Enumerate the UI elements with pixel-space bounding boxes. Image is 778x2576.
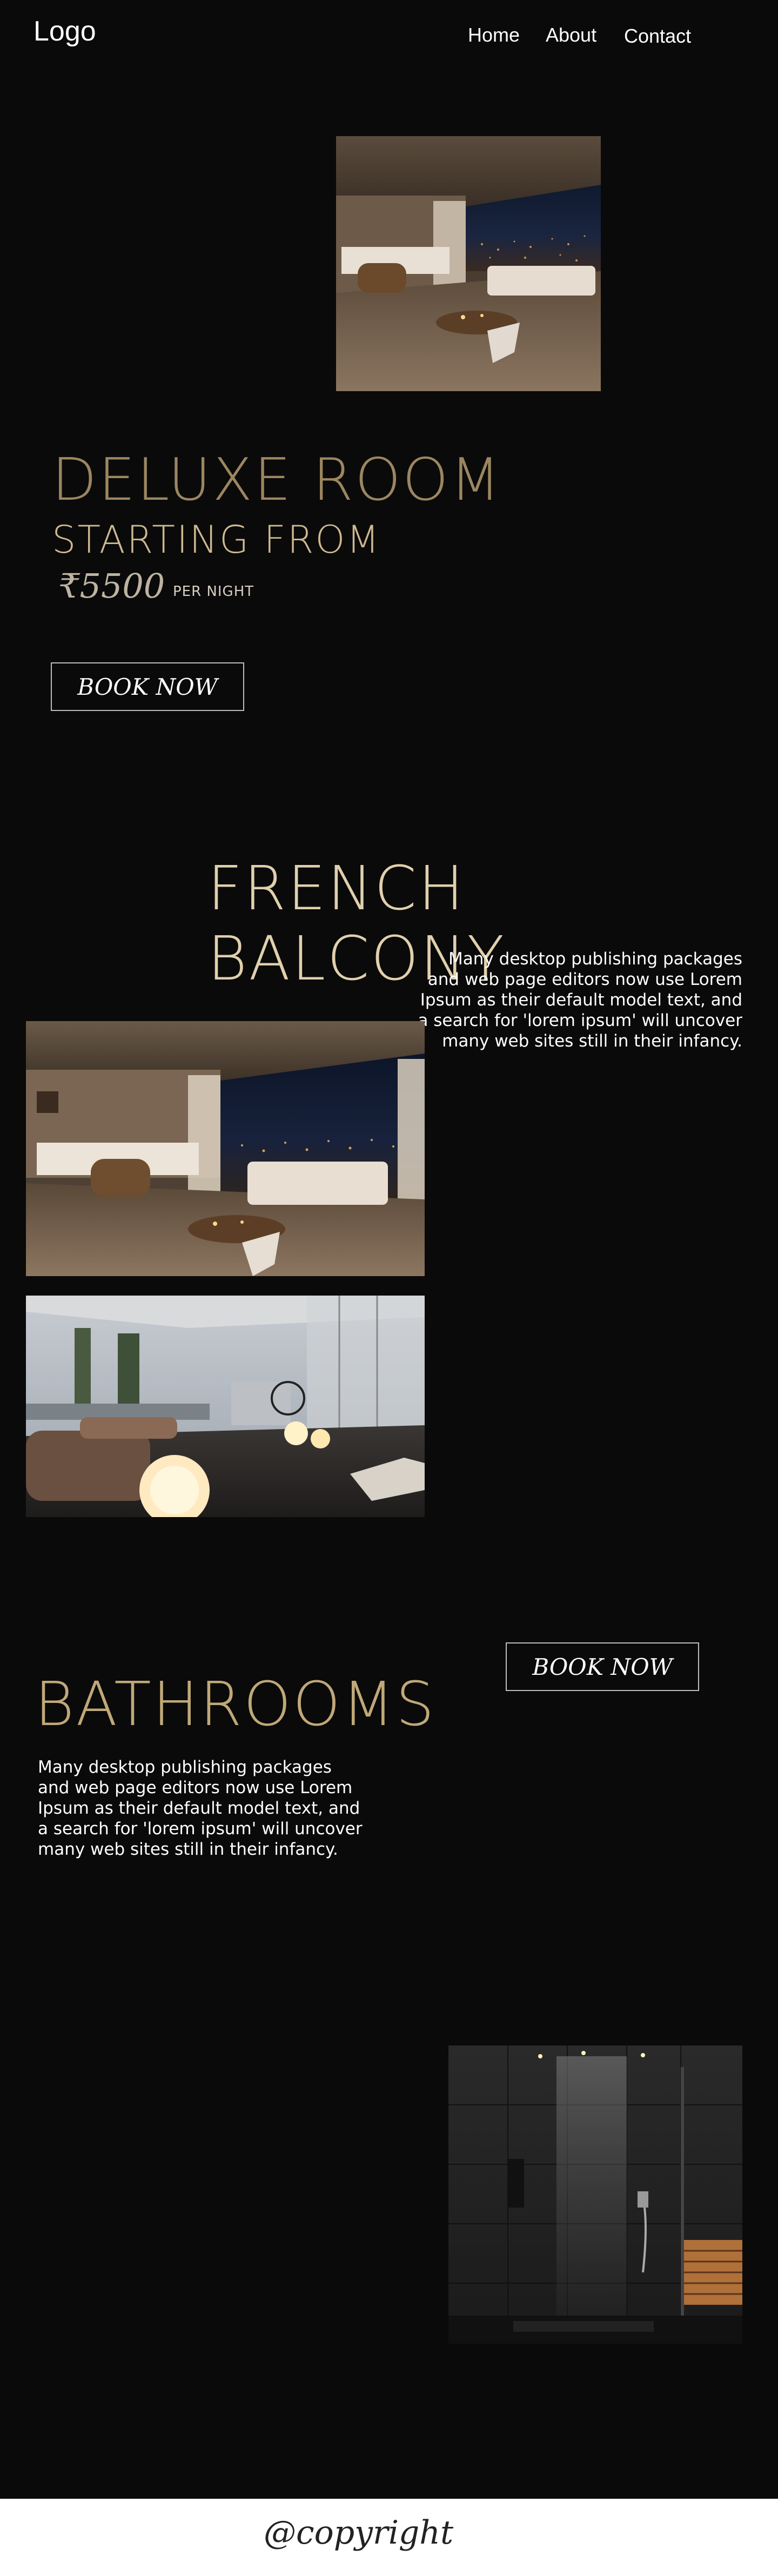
bathrooms-title: BATHROOMS (35, 1669, 436, 1740)
bathrooms-description-line: and web page editors now use Lorem (38, 1778, 353, 1797)
bathrooms-description-line: Ipsum as their default model text, and (38, 1799, 360, 1818)
balcony-description-line: Ipsum as their default model text, and (420, 990, 742, 1010)
balcony-description-line: a search for 'lorem ipsum' will uncover (418, 1011, 742, 1030)
bathrooms-description: Many desktop publishing packages and web… (38, 1757, 373, 1860)
balcony-description-line: and web page editors now use Lorem (427, 970, 742, 989)
starting-from-label: STARTING FROM (52, 518, 381, 562)
nav-about-link[interactable]: About (546, 24, 596, 46)
balcony-terrace-image (26, 1296, 425, 1517)
bathroom-shower-image (448, 2045, 742, 2344)
deluxe-book-now-button[interactable]: BOOK NOW (51, 662, 244, 711)
deluxe-room-image (336, 136, 601, 391)
bathrooms-description-line: Many desktop publishing packages (38, 1757, 332, 1777)
balcony-bedroom-image (26, 1021, 425, 1276)
bathrooms-book-now-button[interactable]: BOOK NOW (506, 1642, 699, 1691)
copyright-text: @copyright (264, 2514, 454, 2552)
balcony-description-line: many web sites still in their infancy. (442, 1031, 742, 1051)
bathrooms-description-line: a search for 'lorem ipsum' will uncover (38, 1819, 363, 1839)
per-night-label: PER NIGHT (173, 583, 254, 600)
bathrooms-description-line: many web sites still in their infancy. (38, 1840, 338, 1859)
balcony-description: Many desktop publishing packages and web… (407, 949, 742, 1051)
deluxe-room-title: DELUXE ROOM (52, 446, 502, 514)
price-value: ₹5500 (58, 566, 165, 606)
logo[interactable]: Logo (33, 15, 96, 48)
balcony-description-line: Many desktop publishing packages (448, 949, 742, 969)
site-footer: @copyright (0, 2499, 778, 2576)
nav-contact-link[interactable]: Contact (624, 25, 691, 48)
nav-home-link[interactable]: Home (468, 24, 520, 46)
